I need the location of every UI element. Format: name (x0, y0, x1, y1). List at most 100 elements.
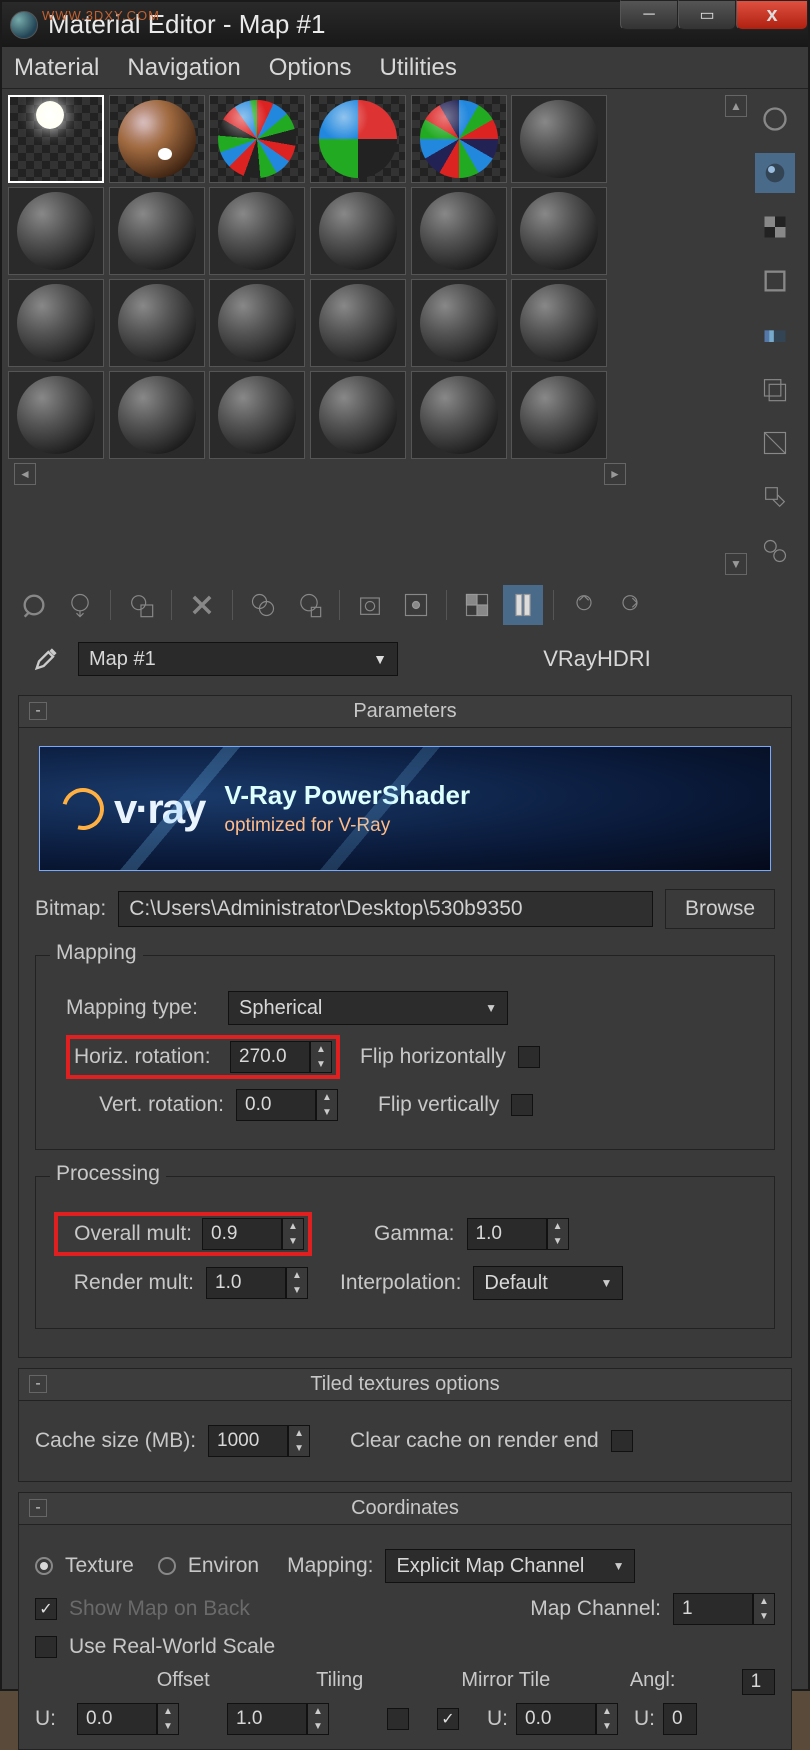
collapse-icon[interactable]: - (29, 702, 47, 720)
material-slot-19[interactable] (8, 371, 104, 459)
sample-uv-icon[interactable] (755, 261, 795, 301)
scroll-right-icon[interactable]: ► (604, 463, 626, 485)
flip-v-label: Flip vertically (378, 1093, 499, 1117)
rollout-header-parameters[interactable]: - Parameters (19, 696, 791, 728)
material-name-input[interactable]: Map #1 ▼ (78, 642, 398, 676)
backlight-icon[interactable] (755, 153, 795, 193)
material-slot-23[interactable] (411, 371, 507, 459)
real-world-checkbox[interactable] (35, 1636, 57, 1658)
material-slot-14[interactable] (109, 279, 205, 367)
material-slot-3[interactable] (209, 95, 305, 183)
menu-utilities[interactable]: Utilities (379, 54, 456, 82)
angle-top-input[interactable]: 1 (742, 1669, 775, 1695)
material-map-navigator-icon[interactable] (755, 531, 795, 571)
u-offset-spinner[interactable]: 0.0▲▼ (77, 1703, 179, 1735)
background-icon[interactable] (755, 207, 795, 247)
material-slot-11[interactable] (411, 187, 507, 275)
scroll-left-icon[interactable]: ◄ (14, 463, 36, 485)
sample-type-icon[interactable] (755, 99, 795, 139)
rollout-header-coordinates[interactable]: - Coordinates (19, 1493, 791, 1525)
interpolation-select[interactable]: Default▼ (473, 1266, 623, 1300)
material-slot-13[interactable] (8, 279, 104, 367)
material-type-button[interactable]: VRayHDRI (410, 646, 784, 672)
video-color-check-icon[interactable] (755, 315, 795, 355)
material-slot-5[interactable] (411, 95, 507, 183)
select-by-material-icon[interactable] (755, 477, 795, 517)
u-mirror-checkbox[interactable] (387, 1708, 409, 1730)
overall-mult-spinner[interactable]: 0.9 ▲▼ (202, 1218, 304, 1250)
make-preview-icon[interactable] (755, 369, 795, 409)
flip-vertical-checkbox[interactable] (511, 1094, 533, 1116)
maximize-button[interactable]: ▭ (678, 0, 736, 30)
material-slot-21[interactable] (209, 371, 305, 459)
texture-radio[interactable] (35, 1557, 53, 1575)
go-forward-icon[interactable] (610, 585, 650, 625)
material-slot-16[interactable] (310, 279, 406, 367)
horiz-rotation-spinner[interactable]: 270.0 ▲▼ (230, 1041, 332, 1073)
material-slot-22[interactable] (310, 371, 406, 459)
options-icon[interactable] (755, 423, 795, 463)
show-end-result-icon[interactable] (503, 585, 543, 625)
render-mult-label: Render mult: (64, 1271, 194, 1295)
slot-vscroll[interactable]: ▲ ▼ (724, 95, 748, 575)
go-to-parent-icon[interactable] (564, 585, 604, 625)
mapping-type-select[interactable]: Spherical▼ (228, 991, 508, 1025)
browse-button[interactable]: Browse (665, 889, 775, 929)
pick-material-icon[interactable] (26, 639, 66, 679)
u-last-input[interactable]: 0 (663, 1703, 697, 1735)
collapse-icon[interactable]: - (29, 1499, 47, 1517)
slot-hscroll[interactable]: ◄ ► (8, 463, 632, 487)
map-channel-spinner[interactable]: 1 ▲▼ (673, 1593, 775, 1625)
cache-size-spinner[interactable]: 1000 ▲▼ (208, 1425, 310, 1457)
horiz-rotation-highlight: Horiz. rotation: 270.0 ▲▼ (66, 1035, 340, 1079)
material-slot-10[interactable] (310, 187, 406, 275)
material-slot-15[interactable] (209, 279, 305, 367)
material-slot-8[interactable] (109, 187, 205, 275)
get-material-icon[interactable] (14, 585, 54, 625)
u-tiling-spinner[interactable]: 1.0▲▼ (227, 1703, 329, 1735)
rollout-header-tiled[interactable]: - Tiled textures options (19, 1369, 791, 1401)
menu-material[interactable]: Material (14, 54, 99, 82)
material-slot-1[interactable] (8, 95, 104, 183)
reset-map-icon[interactable] (182, 585, 222, 625)
vert-rotation-spinner[interactable]: 0.0 ▲▼ (236, 1089, 338, 1121)
material-editor-window: WWW.3DXY.COM Material Editor - Map #1 ─ … (0, 0, 810, 1691)
material-slot-17[interactable] (411, 279, 507, 367)
make-unique-icon[interactable] (289, 585, 329, 625)
minimize-button[interactable]: ─ (620, 0, 678, 30)
menu-options[interactable]: Options (269, 54, 352, 82)
clear-cache-checkbox[interactable] (611, 1430, 633, 1452)
assign-material-icon[interactable] (121, 585, 161, 625)
material-slot-24[interactable] (511, 371, 607, 459)
make-copy-icon[interactable] (243, 585, 283, 625)
u-label: U: (35, 1707, 69, 1731)
material-slot-20[interactable] (109, 371, 205, 459)
scroll-up-icon[interactable]: ▲ (725, 95, 747, 117)
show-map-checkbox[interactable]: ✓ (35, 1598, 57, 1620)
menu-navigation[interactable]: Navigation (127, 54, 240, 82)
gamma-spinner[interactable]: 1.0 ▲▼ (467, 1218, 569, 1250)
u-angle-spinner[interactable]: 0.0▲▼ (516, 1703, 618, 1735)
environ-radio[interactable] (158, 1557, 176, 1575)
material-slot-2[interactable] (109, 95, 205, 183)
scroll-down-icon[interactable]: ▼ (725, 553, 747, 575)
collapse-icon[interactable]: - (29, 1375, 47, 1393)
material-slot-9[interactable] (209, 187, 305, 275)
dropdown-arrow-icon[interactable]: ▼ (373, 651, 387, 667)
mapping-select[interactable]: Explicit Map Channel▼ (385, 1549, 635, 1583)
app-logo-icon (10, 11, 38, 39)
put-material-icon[interactable] (60, 585, 100, 625)
flip-horizontal-checkbox[interactable] (518, 1046, 540, 1068)
material-slot-6[interactable] (511, 95, 607, 183)
render-mult-spinner[interactable]: 1.0 ▲▼ (206, 1267, 308, 1299)
show-map-icon[interactable] (457, 585, 497, 625)
material-slot-12[interactable] (511, 187, 607, 275)
bitmap-path-input[interactable]: C:\Users\Administrator\Desktop\530b9350 (118, 891, 653, 927)
material-id-icon[interactable] (396, 585, 436, 625)
material-slot-7[interactable] (8, 187, 104, 275)
material-slot-4[interactable] (310, 95, 406, 183)
put-to-library-icon[interactable] (350, 585, 390, 625)
close-button[interactable]: x (736, 0, 808, 30)
material-slot-18[interactable] (511, 279, 607, 367)
u-tile-checkbox[interactable]: ✓ (437, 1708, 459, 1730)
